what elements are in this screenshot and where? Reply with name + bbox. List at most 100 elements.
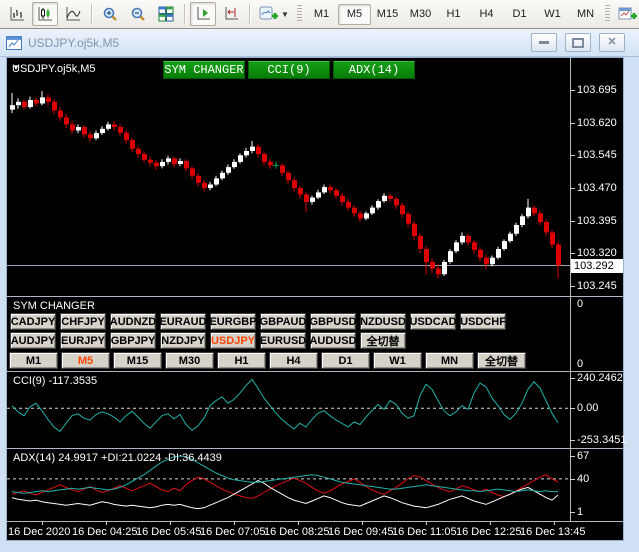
toolbar-grip[interactable] [605, 5, 610, 23]
toolbar-timeframe-w1[interactable]: W1 [536, 4, 569, 25]
cci-axis-label: 0.00 [569, 402, 599, 415]
sym-changer-button-eurjpy[interactable]: EURJPY [60, 332, 106, 349]
candlestick-chart-button[interactable] [32, 2, 58, 26]
zoom-out-icon [131, 7, 145, 21]
adx-axis-label: 40 [569, 472, 590, 485]
time-axis-label: 16 Dec 12:25 [456, 526, 522, 538]
toolbar-timeframe-mn[interactable]: MN [569, 4, 602, 25]
sym-changer-button-cadjpy[interactable]: CADJPY [10, 313, 56, 330]
toolbar-timeframe-m15[interactable]: M15 [371, 4, 404, 25]
chart-shift-icon [225, 7, 238, 20]
toolbar-timeframe-m5[interactable]: M5 [338, 3, 371, 25]
bar-chart-button[interactable] [4, 2, 30, 26]
template-button[interactable]: ▼ [614, 2, 639, 26]
time-axis-label: 16 Dec 07:05 [200, 526, 266, 538]
time-axis-tick [42, 522, 43, 525]
auto-scroll-button[interactable] [190, 2, 216, 26]
sym-changer-button-h1[interactable]: H1 [217, 352, 266, 369]
sym-changer-button-usdchf[interactable]: USDCHF [460, 313, 506, 330]
sym-changer-button-m30[interactable]: M30 [165, 352, 214, 369]
chart-area: ▼ USDJPY.oj5k,M5 SYM CHANGER CCI(9) ADX(14)… [7, 58, 627, 540]
toolbar-grip[interactable] [297, 5, 302, 23]
price-axis-label: 103.695 [570, 84, 617, 96]
sym-changer-button-gbpaud[interactable]: GBPAUD [260, 313, 306, 330]
sym-changer-button-d1[interactable]: D1 [321, 352, 370, 369]
sym-changer-title: SYM CHANGER [13, 300, 95, 312]
cci-chart-canvas[interactable] [7, 372, 623, 447]
sym-changer-button-eurgbp[interactable]: EURGBP [209, 313, 257, 330]
sym-changer-button-chfjpy[interactable]: CHFJPY [60, 313, 106, 330]
sym-changer-button-nzdusd[interactable]: NZDUSD [360, 313, 406, 330]
window-title: USDJPY.oj5k,M5 [28, 35, 120, 50]
price-axis-line [570, 58, 571, 521]
toolbar-timeframe-h4[interactable]: H4 [470, 4, 503, 25]
sym-changer-button-m15[interactable]: M15 [113, 352, 162, 369]
sym-changer-button-eurusd[interactable]: EURUSD [260, 332, 306, 349]
toolbar-separator [91, 4, 92, 24]
sym-changer-button-h4[interactable]: H4 [269, 352, 318, 369]
time-axis-tick [554, 522, 555, 525]
chart-shift-button[interactable] [218, 2, 244, 26]
line-chart-button[interactable] [60, 2, 86, 26]
cci-axis-label: -253.3451 [570, 434, 627, 446]
toolbar-timeframe-d1[interactable]: D1 [503, 4, 536, 25]
add-indicator-button[interactable]: ▼ [255, 2, 293, 26]
toolbar-separator [184, 4, 185, 24]
chart-window-titlebar[interactable]: USDJPY.oj5k,M5 ✕ [0, 29, 639, 57]
timeframe-toolbar: M1 M5 M15 M30 H1 H4 D1 W1 MN [305, 3, 602, 25]
sym-changer-button-usdjpy[interactable]: USDJPY [210, 332, 256, 349]
time-axis-label: 16 Dec 13:45 [520, 526, 586, 538]
close-icon: ✕ [607, 36, 617, 48]
pane-divider[interactable] [7, 521, 623, 522]
sym-changer-button-gbpusd[interactable]: GBPUSD [309, 313, 357, 330]
chart-window-icon [6, 35, 22, 50]
close-button[interactable]: ✕ [599, 33, 625, 52]
pane-divider[interactable] [7, 296, 623, 297]
minimize-button[interactable] [531, 33, 557, 52]
time-axis-label: 16 Dec 05:45 [136, 526, 202, 538]
sym-changer-button-mn[interactable]: MN [425, 352, 474, 369]
restore-icon [572, 37, 584, 48]
time-axis-tick [426, 522, 427, 525]
main-chart-canvas[interactable] [7, 58, 623, 296]
time-axis-label: 16 Dec 11:05 [392, 526, 457, 538]
time-axis-label: 16 Dec 04:25 [72, 526, 138, 538]
toolbar-timeframe-m30[interactable]: M30 [404, 4, 437, 25]
sym-changer-button-m1[interactable]: M1 [9, 352, 58, 369]
zoom-in-icon [103, 7, 117, 21]
sym-changer-button-audjpy[interactable]: AUDJPY [10, 332, 56, 349]
toolbar-timeframe-h1[interactable]: H1 [437, 4, 470, 25]
time-axis-label: 16 Dec 08:25 [264, 526, 330, 538]
zoom-out-button[interactable] [125, 2, 151, 26]
time-axis-tick [170, 522, 171, 525]
restore-button[interactable] [565, 33, 591, 52]
sym-changer-button-[interactable]: 全切替 [360, 332, 406, 349]
dropdown-caret-icon: ▼ [281, 9, 289, 19]
sym-changer-button-w1[interactable]: W1 [373, 352, 422, 369]
tile-windows-button[interactable] [153, 2, 179, 26]
current-price-box: 103.292 [571, 258, 623, 273]
cci-axis-label: 240.2462 [570, 372, 623, 384]
zoom-in-button[interactable] [97, 2, 123, 26]
sym-changer-button-[interactable]: 全切替 [477, 352, 526, 369]
sym-changer-button-m5[interactable]: M5 [61, 352, 110, 369]
add-indicator-icon [259, 6, 279, 20]
sym-changer-button-usdcad[interactable]: USDCAD [409, 313, 457, 330]
line-chart-icon [66, 7, 81, 21]
sym-changer-button-nzdjpy[interactable]: NZDJPY [160, 332, 206, 349]
template-icon [618, 7, 638, 20]
adx-label: ADX(14) 24.9917 +DI:21.0224 -DI:36.4439 [13, 452, 222, 464]
auto-scroll-icon [197, 7, 210, 20]
time-axis-tick [234, 522, 235, 525]
sym-changer-button-audusd[interactable]: AUDUSD [309, 332, 357, 349]
sym-changer-button-euraud[interactable]: EURAUD [159, 313, 207, 330]
minimize-icon [539, 41, 549, 44]
sym-changer-button-gbpjpy[interactable]: GBPJPY [110, 332, 156, 349]
price-axis-label: 103.470 [570, 182, 617, 194]
adx-axis-label: 67 [569, 450, 590, 462]
adx-axis-label: 1 [569, 506, 584, 518]
bar-chart-icon [10, 7, 24, 21]
cci-label: CCI(9) -117.3535 [13, 375, 98, 387]
sym-changer-button-audnzd[interactable]: AUDNZD [110, 313, 156, 330]
toolbar-timeframe-m1[interactable]: M1 [305, 4, 338, 25]
